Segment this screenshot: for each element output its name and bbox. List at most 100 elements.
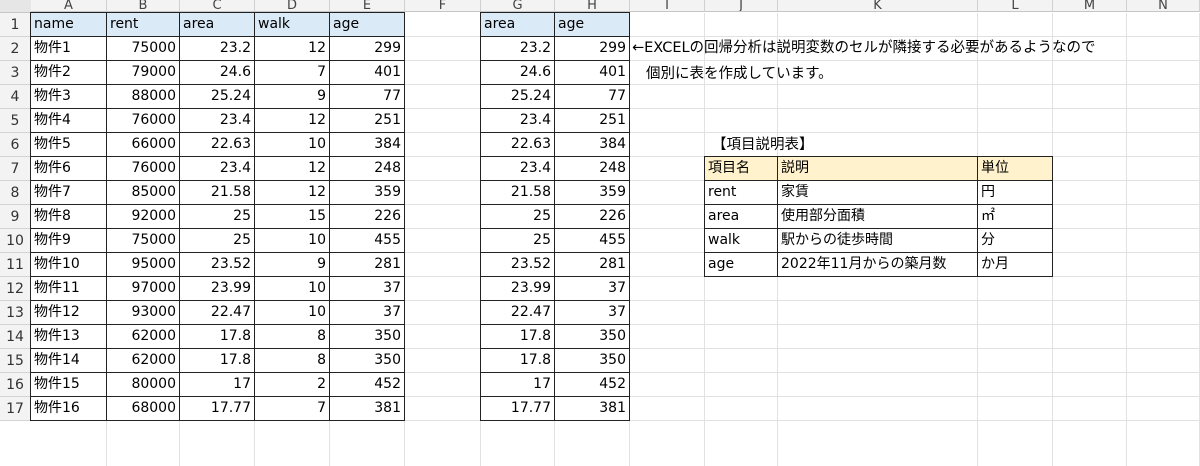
table2-cell-age[interactable]: 452: [554, 372, 630, 397]
table2-cell-area[interactable]: 23.4: [480, 156, 555, 181]
column-header-m[interactable]: M: [1053, 0, 1127, 12]
table1-cell-name[interactable]: 物件5: [30, 132, 107, 157]
table2-cell-age[interactable]: 37: [554, 300, 630, 325]
table1-cell-name[interactable]: 物件14: [30, 348, 107, 373]
table1-cell-area[interactable]: 24.6: [179, 60, 255, 85]
table1-cell-name[interactable]: 物件8: [30, 204, 107, 229]
table1-cell-name[interactable]: 物件6: [30, 156, 107, 181]
table2-cell-area[interactable]: 17: [480, 372, 555, 397]
select-all-corner[interactable]: [0, 0, 32, 13]
table2-cell-area[interactable]: 17.77: [480, 396, 555, 421]
legend-cell-description[interactable]: 使用部分面積: [777, 204, 978, 229]
table2-cell-area[interactable]: 17.8: [480, 324, 555, 349]
row-header-4[interactable]: 4: [0, 85, 31, 109]
table1-cell-rent[interactable]: 88000: [106, 84, 180, 109]
table1-cell-age[interactable]: 401: [329, 60, 405, 85]
row-header-13[interactable]: 13: [0, 301, 31, 325]
table2-header-age[interactable]: age: [554, 12, 630, 37]
legend-cell-unit[interactable]: か月: [977, 252, 1053, 277]
table1-cell-walk[interactable]: 12: [254, 156, 330, 181]
table1-header-age[interactable]: age: [329, 12, 405, 37]
table1-cell-name[interactable]: 物件16: [30, 396, 107, 421]
table1-cell-rent[interactable]: 75000: [106, 228, 180, 253]
legend-header-unit[interactable]: 単位: [977, 156, 1053, 181]
row-header-7[interactable]: 7: [0, 157, 31, 181]
table1-cell-area[interactable]: 23.52: [179, 252, 255, 277]
row-header-11[interactable]: 11: [0, 253, 31, 277]
table1-cell-name[interactable]: 物件15: [30, 372, 107, 397]
column-header-n[interactable]: N: [1127, 0, 1200, 12]
table1-cell-age[interactable]: 77: [329, 84, 405, 109]
table1-cell-walk[interactable]: 12: [254, 180, 330, 205]
table1-cell-area[interactable]: 22.63: [179, 132, 255, 157]
legend-cell-unit[interactable]: ㎡: [977, 204, 1053, 229]
table2-cell-age[interactable]: 381: [554, 396, 630, 421]
table1-cell-rent[interactable]: 68000: [106, 396, 180, 421]
table1-cell-area[interactable]: 22.47: [179, 300, 255, 325]
legend-cell-description[interactable]: 2022年11月からの築月数: [777, 252, 978, 277]
table1-cell-age[interactable]: 350: [329, 324, 405, 349]
table1-cell-area[interactable]: 25.24: [179, 84, 255, 109]
column-header-i[interactable]: I: [630, 0, 705, 12]
table1-cell-area[interactable]: 17.77: [179, 396, 255, 421]
legend-cell-unit[interactable]: 分: [977, 228, 1053, 253]
table1-cell-name[interactable]: 物件9: [30, 228, 107, 253]
table1-cell-age[interactable]: 281: [329, 252, 405, 277]
table1-cell-age[interactable]: 350: [329, 348, 405, 373]
table1-cell-walk[interactable]: 7: [254, 60, 330, 85]
table1-cell-rent[interactable]: 79000: [106, 60, 180, 85]
column-header-d[interactable]: D: [255, 0, 330, 12]
table2-cell-area[interactable]: 24.6: [480, 60, 555, 85]
table1-cell-age[interactable]: 359: [329, 180, 405, 205]
table2-cell-age[interactable]: 77: [554, 84, 630, 109]
table1-cell-walk[interactable]: 8: [254, 324, 330, 349]
table1-cell-rent[interactable]: 75000: [106, 36, 180, 61]
table1-cell-age[interactable]: 455: [329, 228, 405, 253]
row-header-17[interactable]: 17: [0, 397, 31, 421]
table1-cell-rent[interactable]: 62000: [106, 324, 180, 349]
column-header-j[interactable]: J: [705, 0, 778, 12]
table1-cell-age[interactable]: 37: [329, 300, 405, 325]
table2-cell-area[interactable]: 23.52: [480, 252, 555, 277]
table1-cell-name[interactable]: 物件7: [30, 180, 107, 205]
legend-header-description[interactable]: 説明: [777, 156, 978, 181]
table1-cell-rent[interactable]: 80000: [106, 372, 180, 397]
column-header-b[interactable]: B: [107, 0, 180, 12]
table1-cell-name[interactable]: 物件2: [30, 60, 107, 85]
table1-cell-area[interactable]: 23.99: [179, 276, 255, 301]
table1-cell-rent[interactable]: 66000: [106, 132, 180, 157]
legend-cell-unit[interactable]: 円: [977, 180, 1053, 205]
table1-cell-walk[interactable]: 15: [254, 204, 330, 229]
table1-cell-walk[interactable]: 10: [254, 228, 330, 253]
table1-cell-area[interactable]: 23.4: [179, 156, 255, 181]
table1-cell-walk[interactable]: 8: [254, 348, 330, 373]
row-header-9[interactable]: 9: [0, 205, 31, 229]
column-header-c[interactable]: C: [180, 0, 255, 12]
row-header-14[interactable]: 14: [0, 325, 31, 349]
row-header-8[interactable]: 8: [0, 181, 31, 205]
column-header-e[interactable]: E: [330, 0, 405, 12]
row-header-6[interactable]: 6: [0, 133, 31, 157]
table2-cell-area[interactable]: 22.63: [480, 132, 555, 157]
table1-cell-rent[interactable]: 93000: [106, 300, 180, 325]
table1-header-area[interactable]: area: [179, 12, 255, 37]
column-header-k[interactable]: K: [778, 0, 978, 12]
column-header-a[interactable]: A: [31, 0, 107, 12]
legend-cell-description[interactable]: 駅からの徒歩時間: [777, 228, 978, 253]
table1-cell-age[interactable]: 299: [329, 36, 405, 61]
table1-header-walk[interactable]: walk: [254, 12, 330, 37]
column-header-f[interactable]: F: [405, 0, 481, 12]
table1-cell-walk[interactable]: 10: [254, 132, 330, 157]
table1-cell-walk[interactable]: 9: [254, 252, 330, 277]
table2-cell-age[interactable]: 248: [554, 156, 630, 181]
table2-cell-age[interactable]: 281: [554, 252, 630, 277]
table1-cell-rent[interactable]: 92000: [106, 204, 180, 229]
table1-cell-walk[interactable]: 12: [254, 108, 330, 133]
table1-cell-area[interactable]: 17.8: [179, 324, 255, 349]
table1-header-rent[interactable]: rent: [106, 12, 180, 37]
row-header-1[interactable]: 1: [0, 13, 31, 37]
table1-cell-area[interactable]: 25: [179, 204, 255, 229]
table1-cell-age[interactable]: 226: [329, 204, 405, 229]
legend-cell-item[interactable]: age: [704, 252, 778, 277]
table2-cell-age[interactable]: 350: [554, 324, 630, 349]
